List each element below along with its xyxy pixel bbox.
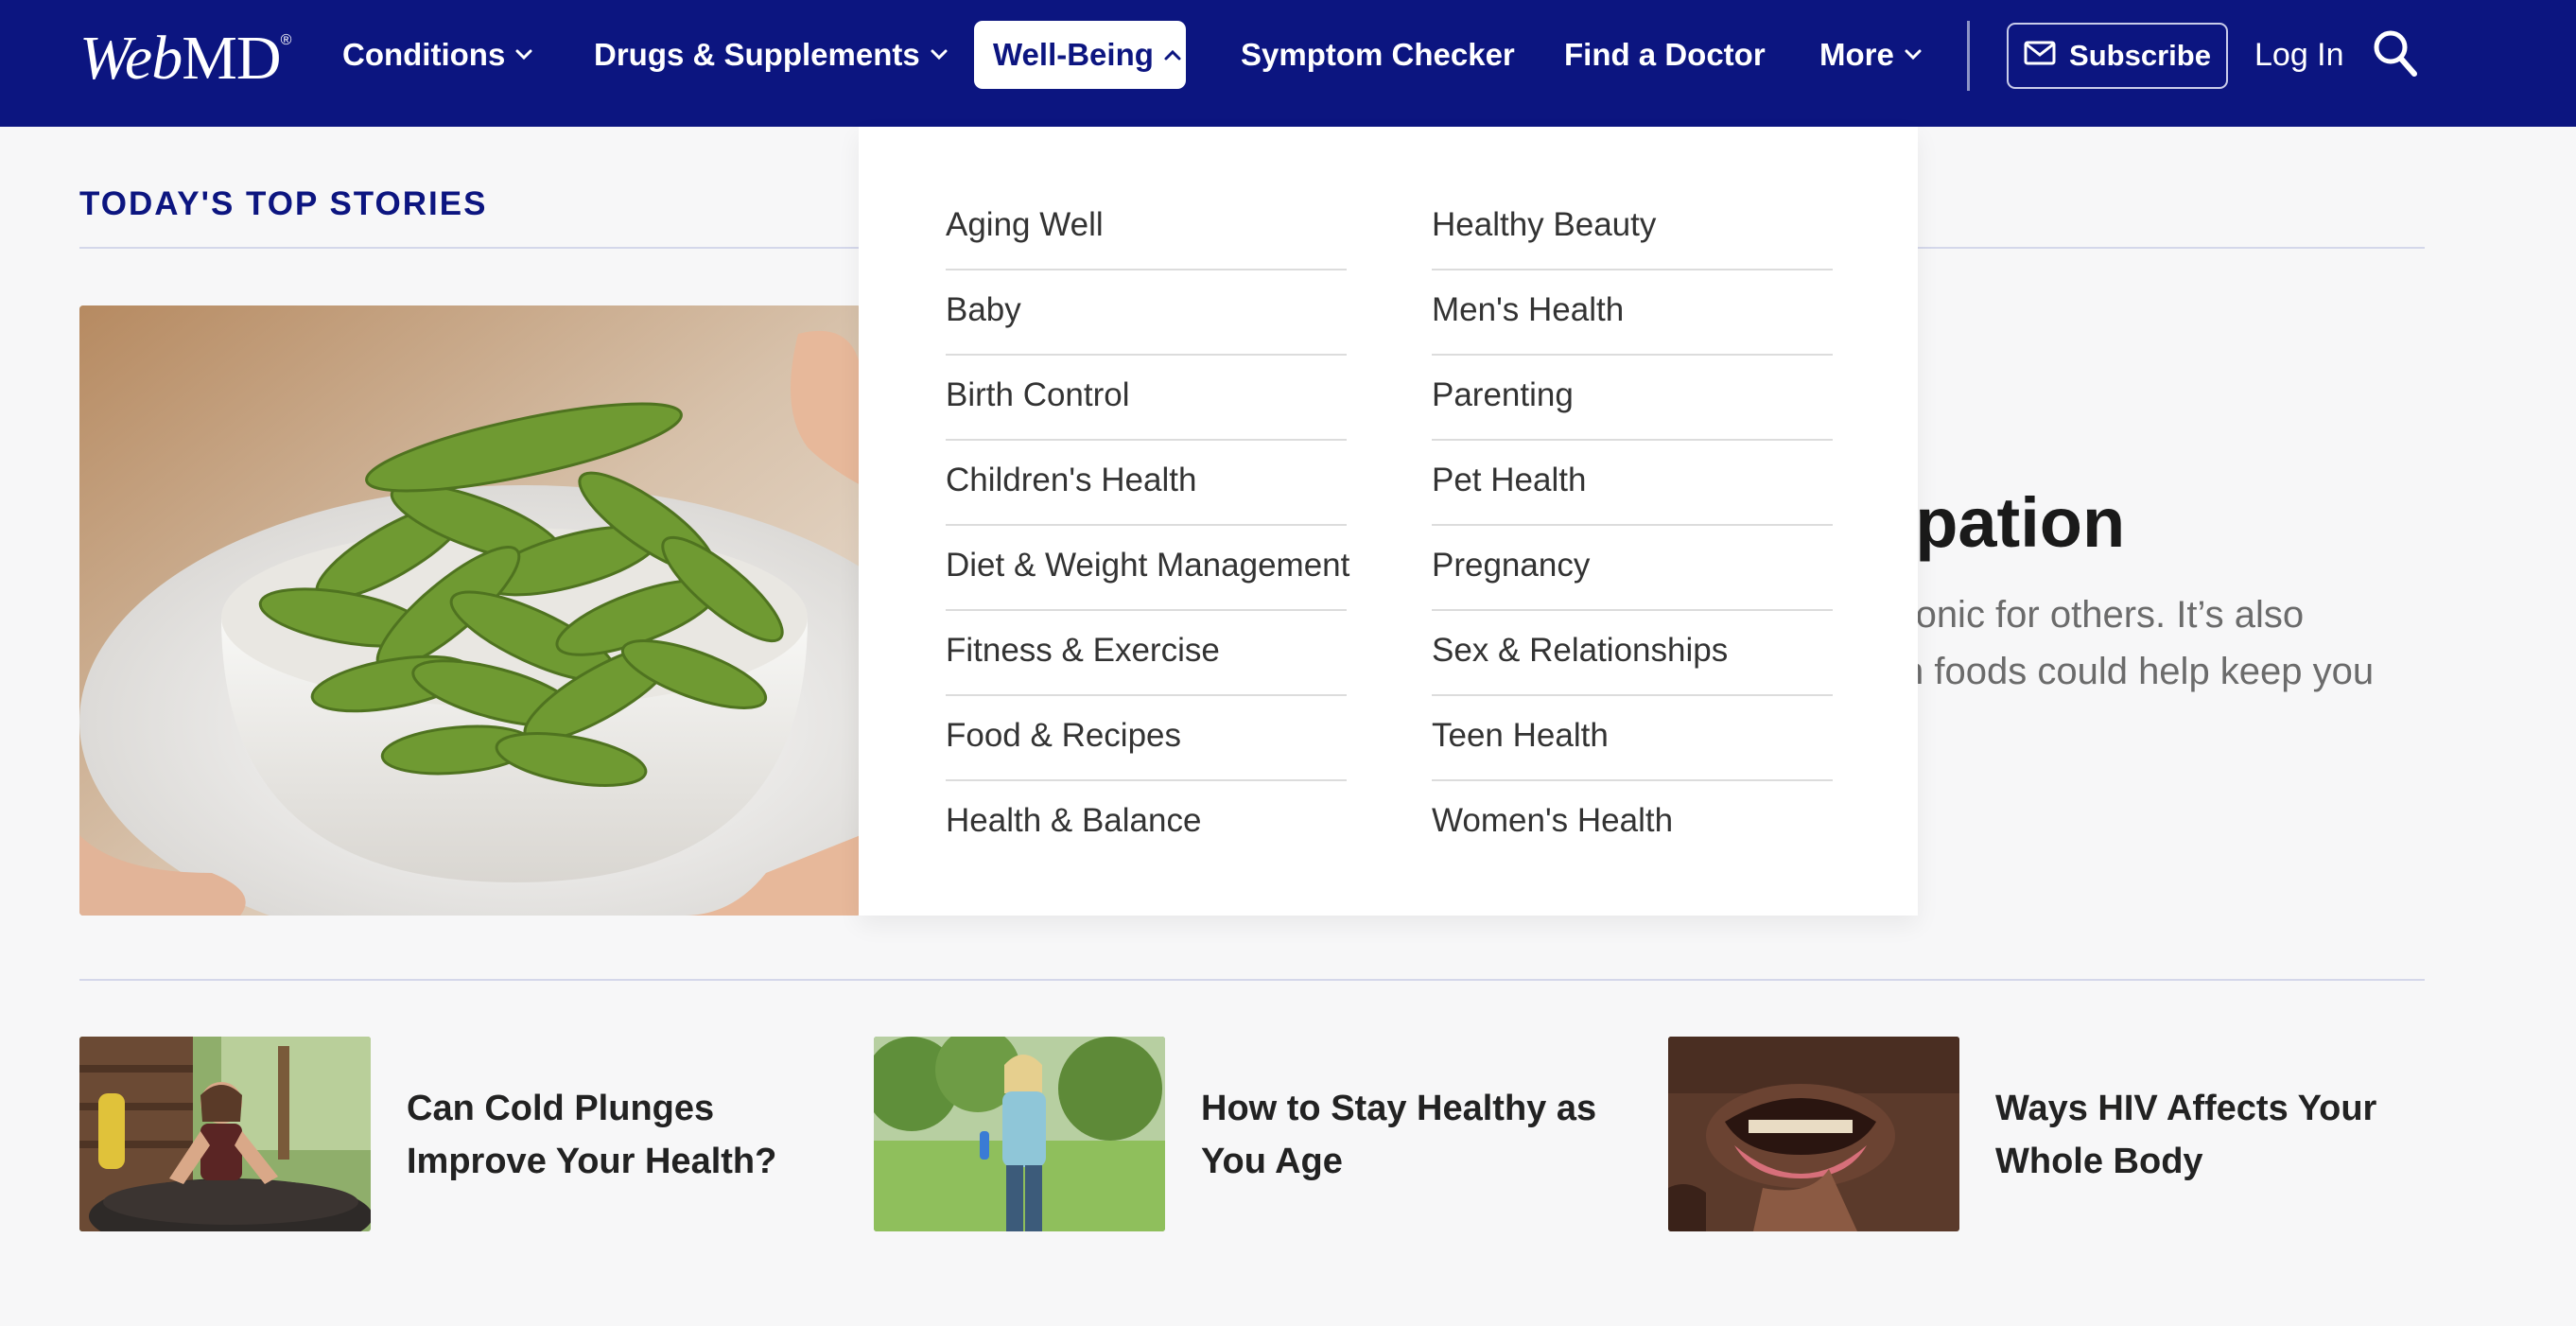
subscribe-button[interactable]: Subscribe [2007, 23, 2228, 89]
menu-item-birth-control[interactable]: Birth Control [946, 356, 1347, 441]
story-thumbnail[interactable] [79, 1037, 371, 1231]
chevron-down-icon [930, 48, 949, 61]
logo-registered-mark: ® [280, 32, 292, 48]
nav-symptom-checker-label: Symptom Checker [1241, 37, 1515, 72]
story-title[interactable]: Ways HIV Affects Your Whole Body [1995, 1082, 2402, 1188]
nav-drugs-supplements[interactable]: Drugs & Supplements [594, 21, 949, 89]
menu-item-sex-relationships[interactable]: Sex & Relationships [1432, 611, 1833, 696]
story-thumbnail[interactable] [1668, 1037, 1959, 1231]
section-divider [79, 979, 2425, 981]
nav-conditions[interactable]: Conditions [342, 21, 533, 89]
top-stories-heading: TODAY'S TOP STORIES [79, 185, 488, 222]
nav-conditions-label: Conditions [342, 37, 506, 72]
menu-item-parenting[interactable]: Parenting [1432, 356, 1833, 441]
story-card-cold-plunges[interactable]: Can Cold Plunges Improve Your Health? [79, 1037, 817, 1231]
well-being-dropdown-menu: Aging Well Baby Birth Control Children's… [859, 127, 1918, 916]
logo-text-md: MD [182, 24, 281, 93]
menu-item-teen-health[interactable]: Teen Health [1432, 696, 1833, 781]
story-title[interactable]: Can Cold Plunges Improve Your Health? [407, 1082, 813, 1188]
chevron-down-icon [514, 48, 533, 61]
story-card-healthy-aging[interactable]: How to Stay Healthy as You Age [874, 1037, 1611, 1231]
nav-more[interactable]: More [1819, 21, 1923, 89]
page: WebMD® Conditions Drugs & Supplements We… [0, 0, 2576, 1326]
hero-story-description: n foods could help keep you [1903, 651, 2375, 692]
menu-item-pet-health[interactable]: Pet Health [1432, 441, 1833, 526]
nav-find-a-doctor[interactable]: Find a Doctor [1564, 21, 1766, 89]
nav-drugs-supplements-label: Drugs & Supplements [594, 37, 920, 72]
chevron-down-icon [1904, 48, 1923, 61]
hero-story-description: hronic for others. It’s also [1882, 594, 2305, 636]
menu-item-womens-health[interactable]: Women's Health [1432, 781, 1833, 866]
menu-item-mens-health[interactable]: Men's Health [1432, 270, 1833, 356]
menu-item-pregnancy[interactable]: Pregnancy [1432, 526, 1833, 611]
menu-item-fitness-exercise[interactable]: Fitness & Exercise [946, 611, 1347, 696]
nav-divider [1967, 21, 1970, 91]
login-link[interactable]: Log In [2254, 21, 2344, 89]
mail-icon [2024, 39, 2056, 73]
story-thumbnail[interactable] [874, 1037, 1165, 1231]
story-card-hiv-effects[interactable]: Ways HIV Affects Your Whole Body [1668, 1037, 2406, 1231]
story-title[interactable]: How to Stay Healthy as You Age [1201, 1082, 1608, 1188]
search-icon[interactable] [2372, 28, 2419, 79]
chevron-up-icon [1163, 48, 1182, 61]
menu-item-food-recipes[interactable]: Food & Recipes [946, 696, 1347, 781]
top-navigation-bar: WebMD® Conditions Drugs & Supplements We… [0, 0, 2576, 127]
nav-find-a-doctor-label: Find a Doctor [1564, 37, 1766, 72]
menu-item-childrens-health[interactable]: Children's Health [946, 441, 1347, 526]
login-label: Log In [2254, 36, 2344, 73]
menu-item-aging-well[interactable]: Aging Well [946, 185, 1347, 270]
nav-more-label: More [1819, 37, 1894, 72]
hero-story-image[interactable] [79, 305, 861, 916]
menu-item-diet-weight-management[interactable]: Diet & Weight Management [946, 526, 1349, 611]
nav-symptom-checker[interactable]: Symptom Checker [1241, 21, 1515, 89]
subscribe-label: Subscribe [2069, 39, 2211, 72]
menu-item-baby[interactable]: Baby [946, 270, 1347, 356]
menu-item-healthy-beauty[interactable]: Healthy Beauty [1432, 185, 1833, 270]
menu-item-health-balance[interactable]: Health & Balance [946, 781, 1347, 866]
nav-well-being-label: Well-Being [993, 37, 1154, 72]
webmd-logo[interactable]: WebMD® [79, 23, 292, 95]
nav-well-being[interactable]: Well-Being [974, 21, 1186, 89]
logo-text-web: Web [79, 24, 183, 93]
